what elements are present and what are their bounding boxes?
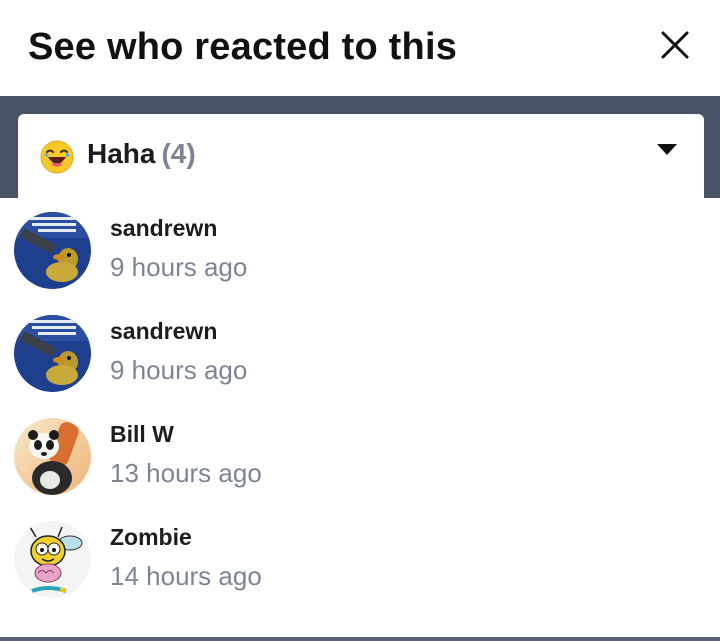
reaction-time: 9 hours ago (110, 355, 248, 385)
reaction-list-item[interactable]: Zombie 14 hours ago (0, 507, 720, 610)
user-name: sandrewn (110, 215, 218, 241)
reaction-name: Haha (87, 138, 156, 169)
bottom-divider (0, 637, 720, 641)
close-button[interactable] (657, 27, 693, 63)
user-name: sandrewn (110, 318, 218, 344)
avatar[interactable] (14, 212, 91, 289)
avatar[interactable] (14, 315, 91, 392)
reaction-time: 14 hours ago (110, 561, 262, 591)
user-name: Bill W (110, 421, 174, 447)
reaction-list: sandrewn 9 hours ago sandrewn 9 hours ag… (0, 198, 720, 641)
reaction-time: 9 hours ago (110, 252, 248, 282)
user-name: Zombie (110, 524, 192, 550)
dialog-header: See who reacted to this (0, 0, 720, 96)
reaction-type-label: Haha (4) (87, 138, 196, 170)
duck-meme-avatar-icon (14, 315, 91, 392)
reaction-list-item[interactable]: sandrewn 9 hours ago (0, 301, 720, 404)
reaction-list-item[interactable]: sandrewn 9 hours ago (0, 198, 720, 301)
reaction-count: (4) (161, 138, 196, 169)
dialog-title: See who reacted to this (28, 26, 458, 68)
zombee-avatar-icon (14, 521, 91, 598)
reaction-type-dropdown[interactable]: Haha (4) (18, 114, 704, 198)
avatar[interactable] (14, 521, 91, 598)
caret-down-icon (657, 144, 677, 155)
laughing-emoji-icon (40, 140, 74, 174)
close-icon (661, 31, 689, 59)
reaction-list-item[interactable]: Bill W 13 hours ago (0, 404, 720, 507)
duck-meme-avatar-icon (14, 212, 91, 289)
panda-avatar-icon (14, 418, 91, 495)
avatar[interactable] (14, 418, 91, 495)
reaction-time: 13 hours ago (110, 458, 262, 488)
